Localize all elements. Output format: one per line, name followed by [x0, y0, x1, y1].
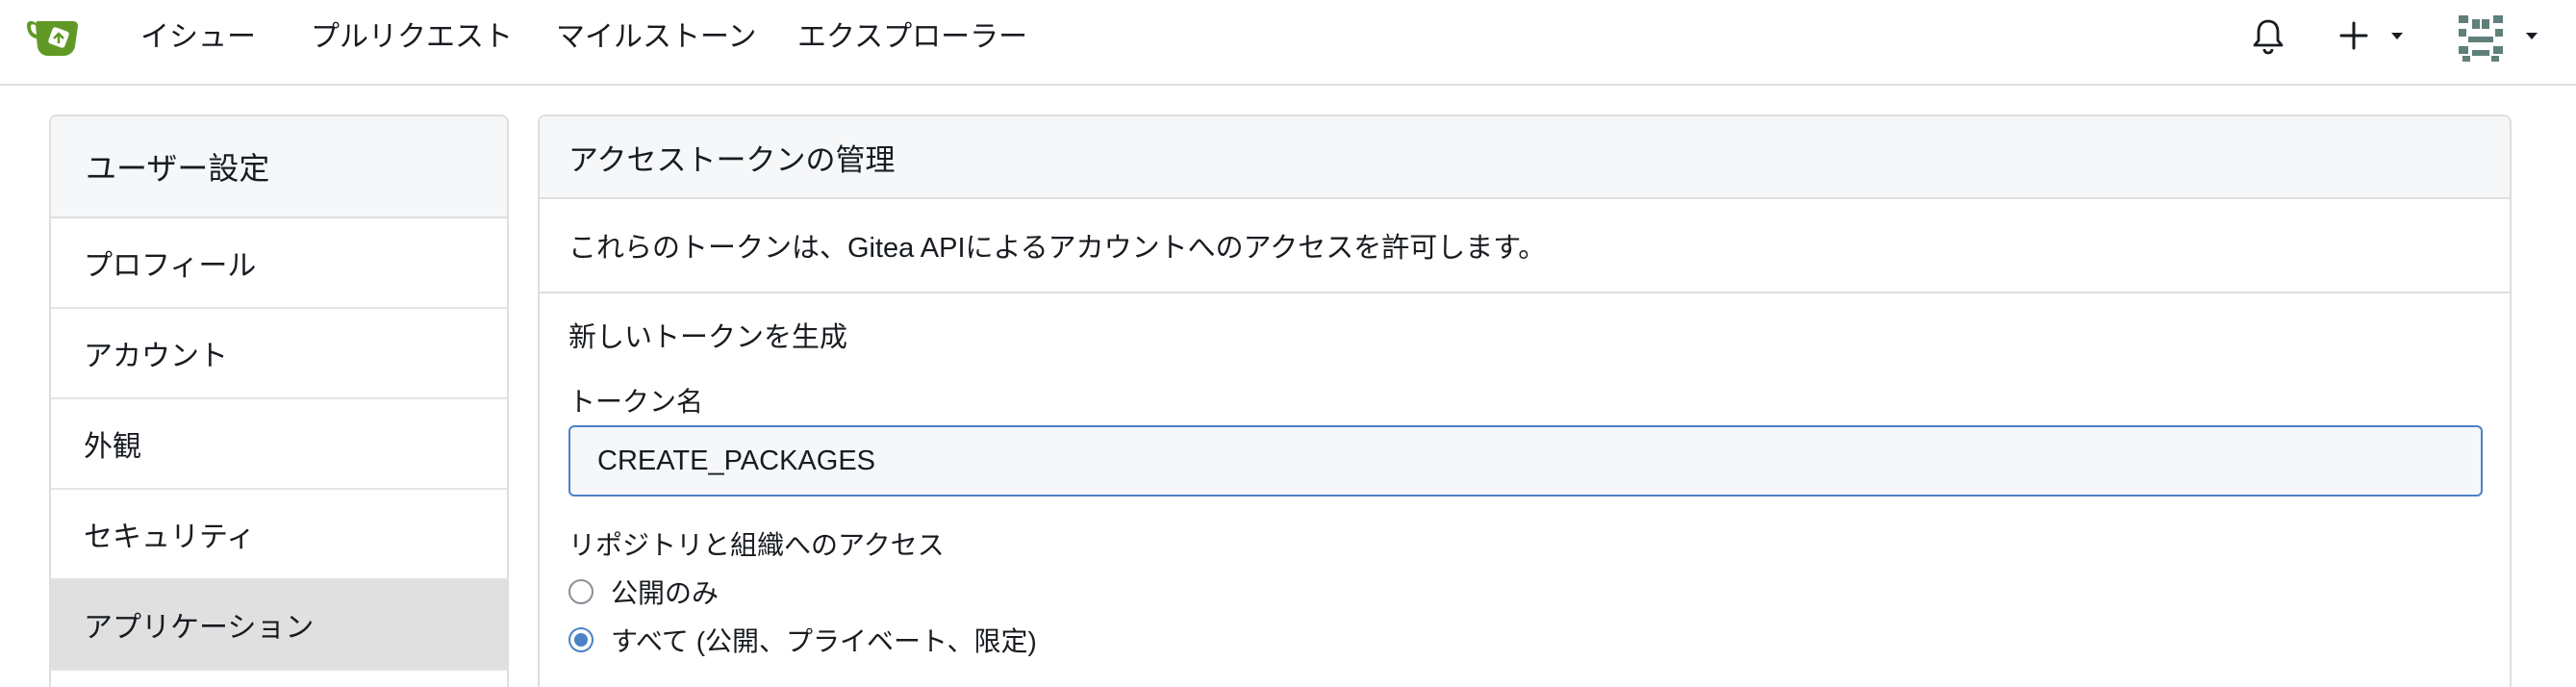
create-menu[interactable] — [2339, 17, 2409, 56]
plus-icon — [2339, 21, 2368, 50]
access-token-panel: アクセストークンの管理 これらのトークンは、Gitea APIによるアカウントへ… — [538, 114, 2512, 687]
caret-down-icon — [2391, 33, 2403, 39]
panel-title: アクセストークンの管理 — [540, 116, 2510, 199]
gitea-logo-icon[interactable] — [23, 15, 83, 60]
settings-sidebar: ユーザー設定 プロフィール アカウント 外観 セキュリティ アプリケーション — [49, 114, 509, 687]
sidebar-header: ユーザー設定 — [51, 116, 507, 218]
nav-explore[interactable]: エクスプローラー — [797, 19, 1027, 56]
section-title: 新しいトークンを生成 — [568, 322, 848, 353]
bell-icon[interactable] — [2251, 17, 2286, 56]
radio-all-label: すべて (公開、プライベート、限定) — [611, 626, 1037, 656]
nav-issues[interactable]: イシュー — [140, 19, 256, 56]
sidebar-item-security[interactable]: セキュリティ — [51, 490, 507, 580]
sidebar-item-account[interactable]: アカウント — [51, 309, 507, 399]
sidebar-item-appearance[interactable]: 外観 — [51, 399, 507, 490]
sidebar-item-applications[interactable]: アプリケーション — [51, 580, 507, 671]
radio-all[interactable] — [568, 627, 593, 652]
caret-down-icon — [2526, 33, 2538, 39]
nav-milestones[interactable]: マイルストーン — [556, 19, 757, 56]
radio-public-only[interactable] — [568, 579, 593, 604]
access-scope-label: リポジトリと組織へのアクセス — [568, 530, 945, 560]
sidebar-item-profile[interactable]: プロフィール — [51, 218, 507, 309]
nav-pull-requests[interactable]: プルリクエスト — [311, 19, 513, 56]
top-navbar: イシュー プルリクエスト マイルストーン エクスプローラー — [0, 0, 2576, 86]
user-menu[interactable] — [2455, 12, 2543, 65]
panel-description: これらのトークンは、Gitea APIによるアカウントへのアクセスを許可します。 — [540, 199, 2510, 293]
radio-public-only-label: 公開のみ — [611, 578, 720, 608]
avatar — [2459, 15, 2503, 62]
radio-option-public-only[interactable]: 公開のみ — [568, 572, 719, 611]
token-name-input[interactable] — [568, 425, 2483, 496]
radio-option-all[interactable]: すべて (公開、プライベート、限定) — [568, 621, 1037, 659]
token-name-label: トークン名 — [568, 387, 704, 417]
